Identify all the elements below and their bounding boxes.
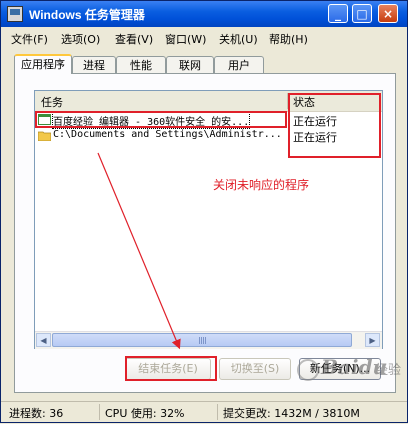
scroll-left-button[interactable]: ◀ [36,333,51,347]
status-divider [217,404,218,420]
scroll-grip-icon [199,337,207,344]
status-bar: 进程数: 36 CPU 使用: 32% 提交更改: 1432M / 3810M [1,401,407,423]
status-divider [99,404,100,420]
baidu-watermark: Baidu 经验 [297,353,407,389]
minimize-button[interactable]: _ [328,4,348,23]
task-manager-window: Windows 任务管理器 _ □ × 文件(F) 选项(O) 查看(V) 窗口… [0,0,408,423]
process-count: 进程数: 36 [9,407,64,420]
tab-networking[interactable]: 联网 [166,56,214,73]
cpu-usage: CPU 使用: 32% [105,407,185,420]
commit-charge: 提交更改: 1432M / 3810M [223,407,360,420]
baidu-paw-icon [297,359,319,381]
task-name: C:\Documents and Settings\Administr... [53,129,282,140]
menu-options[interactable]: 选项(O) [61,31,100,47]
maximize-button[interactable]: □ [352,4,372,23]
window-title: Windows 任务管理器 [29,8,145,22]
task-manager-icon [7,6,23,22]
title-bar[interactable]: Windows 任务管理器 _ □ × [1,1,407,27]
end-task-highlight-box [125,356,217,381]
tab-users[interactable]: 用户 [214,56,264,73]
menu-file[interactable]: 文件(F) [11,31,48,47]
status-highlight-box [288,93,381,158]
scroll-thumb[interactable] [52,333,352,347]
menu-view[interactable]: 查看(V) [115,31,153,47]
menu-window[interactable]: 窗口(W) [165,31,206,47]
menu-bar: 文件(F) 选项(O) 查看(V) 窗口(W) 关机(U) 帮助(H) [1,28,407,48]
close-button[interactable]: × [378,4,398,23]
menu-shutdown[interactable]: 关机(U) [219,31,258,47]
watermark-sub: 经验 [375,363,402,378]
tab-performance[interactable]: 性能 [116,56,166,73]
column-task[interactable]: 任务 [41,94,63,110]
horizontal-scrollbar[interactable]: ◀ ▶ [35,331,382,349]
task-highlight-box [35,111,287,128]
scroll-right-button[interactable]: ▶ [365,333,380,347]
menu-help[interactable]: 帮助(H) [269,31,308,47]
tab-applications[interactable]: 应用程序 [14,54,72,74]
switch-to-button[interactable]: 切换至(S) [219,358,291,380]
folder-icon [38,131,51,141]
annotation-text: 关闭未响应的程序 [213,178,310,192]
tab-processes[interactable]: 进程 [72,56,116,73]
